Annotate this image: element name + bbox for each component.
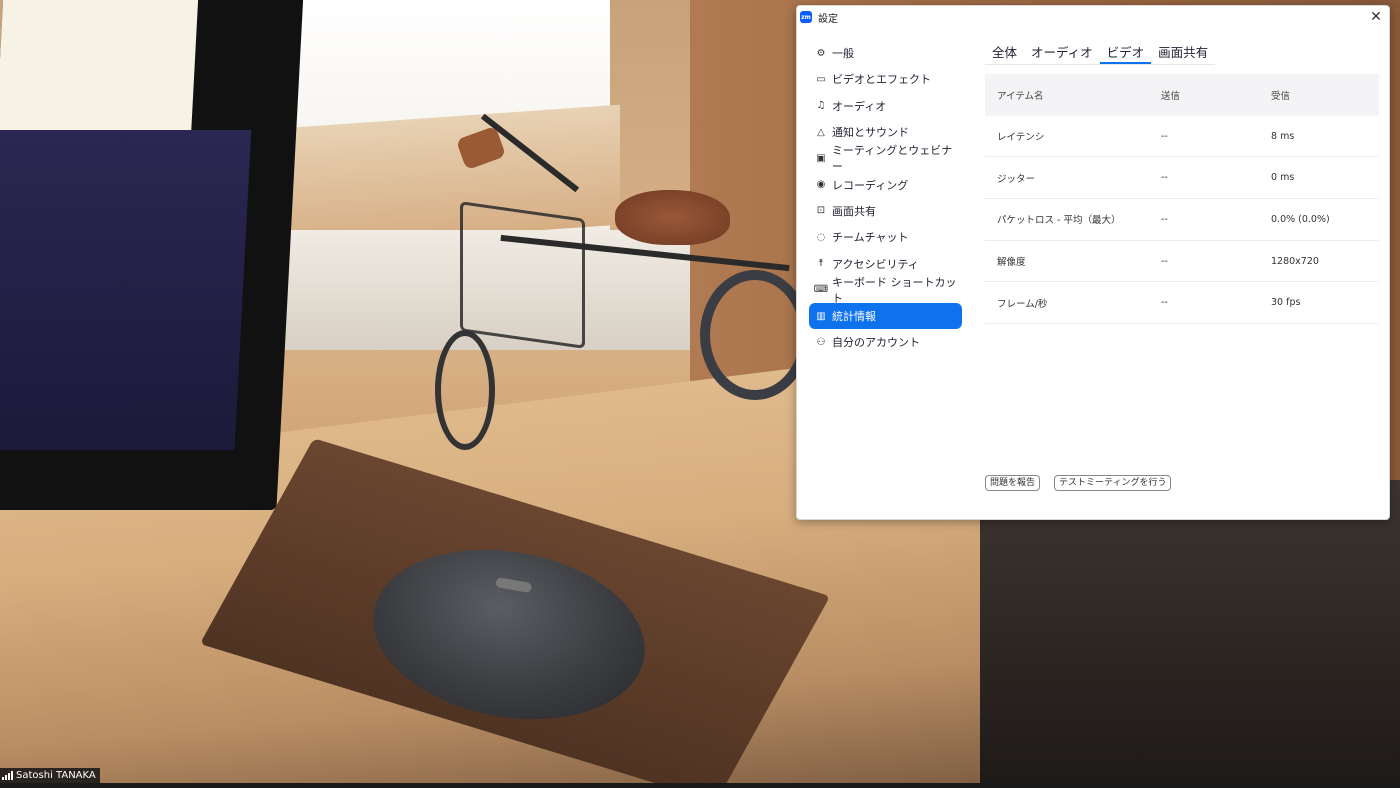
participant-name: Satoshi TANAKA	[16, 770, 96, 781]
sidebar-item-label: 通知とサウンド	[832, 126, 909, 140]
room-shadow	[980, 480, 1400, 788]
tab-overall[interactable]: 全体	[985, 40, 1024, 64]
cell-receive: 1280x720	[1271, 255, 1319, 267]
statistics-tabs: 全体 オーディオ ビデオ 画面共有	[985, 40, 1216, 65]
close-button[interactable]: ✕	[1367, 8, 1385, 26]
sidebar-item-statistics[interactable]: ▥ 統計情報	[809, 302, 962, 330]
cell-send: --	[1161, 255, 1168, 267]
tab-audio[interactable]: オーディオ	[1024, 40, 1100, 64]
sidebar-item-team-chat[interactable]: ◌ チームチャット	[809, 224, 962, 250]
sidebar-item-general[interactable]: ⚙ 一般	[809, 40, 962, 66]
sidebar-item-audio[interactable]: ♫ オーディオ	[809, 93, 962, 119]
cell-receive: 0 ms	[1271, 172, 1295, 184]
sidebar-item-label: アクセシビリティ	[832, 257, 919, 271]
sidebar-item-label: オーディオ	[832, 99, 887, 113]
monitor-screen	[0, 130, 252, 450]
dialog-title: 設定	[818, 13, 838, 25]
monitor-screen-bright	[0, 0, 199, 130]
signal-bars-icon	[2, 771, 13, 780]
headphones-icon: ♫	[816, 100, 826, 112]
test-meeting-button[interactable]: テストミーティングを行う	[1054, 475, 1172, 491]
chat-icon: ◌	[816, 231, 826, 243]
toy-bicycle-seat	[615, 190, 730, 245]
cell-send: --	[1161, 213, 1168, 225]
sidebar-item-label: ビデオとエフェクト	[832, 73, 931, 87]
cell-item: ジッター	[997, 173, 1036, 185]
sidebar-item-label: キーボード ショートカット	[832, 275, 957, 305]
sidebar-item-accessibility[interactable]: ☨ アクセシビリティ	[809, 250, 962, 276]
sidebar-item-share-screen[interactable]: ⊡ 画面共有	[809, 198, 962, 224]
cell-item: パケットロス - 平均（最大）	[997, 215, 1121, 227]
table-row: フレーム/秒 -- 30 fps	[985, 282, 1379, 325]
accessibility-icon: ☨	[818, 258, 824, 270]
toy-bicycle-front-wheel	[435, 330, 495, 450]
statistics-table: アイテム名 送信 受信 レイテンシ -- 8 ms ジッター -- 0 ms パ…	[985, 74, 1379, 325]
sidebar-item-label: チームチャット	[832, 231, 909, 245]
cell-item: レイテンシ	[997, 132, 1045, 144]
column-header-send: 送信	[1161, 90, 1181, 102]
sidebar-item-video-effects[interactable]: ▭ ビデオとエフェクト	[809, 66, 962, 92]
sidebar-item-label: レコーディング	[832, 178, 909, 192]
sidebar-item-meetings-webinars[interactable]: ▣ ミーティングとウェビナー	[809, 144, 962, 174]
table-row: 解像度 -- 1280x720	[985, 241, 1379, 283]
app-logo-icon: zm	[800, 11, 812, 23]
table-row: パケットロス - 平均（最大） -- 0.0% (0.0%)	[985, 199, 1379, 241]
cell-send: --	[1161, 297, 1168, 309]
cell-item: フレーム/秒	[997, 298, 1048, 310]
sidebar-item-label: 画面共有	[832, 204, 876, 218]
sidebar-item-label: 自分のアカウント	[832, 336, 920, 350]
cell-send: --	[1161, 130, 1168, 142]
cell-item: 解像度	[997, 257, 1026, 269]
bell-icon: △	[817, 126, 825, 138]
column-header-receive: 受信	[1271, 90, 1291, 102]
tab-share-screen[interactable]: 画面共有	[1151, 40, 1215, 64]
toy-bicycle-rear-wheel	[700, 270, 810, 400]
video-camera-icon: ▭	[816, 73, 826, 85]
dialog-titlebar: zm 設定 ✕	[797, 6, 1389, 28]
user-icon: ⚇	[816, 336, 826, 348]
sidebar-item-keyboard-shortcuts[interactable]: ⌨ キーボード ショートカット	[809, 275, 962, 305]
monitor	[0, 0, 304, 510]
share-screen-icon: ⊡	[816, 205, 826, 217]
mouse-scroll-wheel	[495, 577, 533, 594]
cell-receive: 8 ms	[1271, 130, 1295, 142]
table-row: レイテンシ -- 8 ms	[985, 116, 1379, 158]
statistics-icon: ▥	[816, 310, 826, 322]
bottom-strip	[0, 783, 1400, 788]
toy-bicycle-basket	[460, 201, 585, 349]
sidebar-item-my-account[interactable]: ⚇ 自分のアカウント	[809, 329, 962, 355]
cell-receive: 30 fps	[1271, 297, 1301, 309]
cell-receive: 0.0% (0.0%)	[1271, 213, 1330, 225]
table-header-row: アイテム名 送信 受信	[985, 74, 1379, 116]
column-header-item: アイテム名	[997, 90, 1044, 102]
tab-video[interactable]: ビデオ	[1099, 40, 1152, 64]
gear-icon: ⚙	[816, 47, 826, 59]
sidebar-item-label: ミーティングとウェビナー	[831, 144, 953, 174]
sidebar-item-recording[interactable]: ◉ レコーディング	[809, 171, 962, 197]
keyboard-icon: ⌨	[813, 284, 829, 296]
table-row: ジッター -- 0 ms	[985, 157, 1379, 200]
participant-label: Satoshi TANAKA	[0, 768, 100, 783]
sidebar-item-label: 一般	[832, 47, 854, 61]
cell-send: --	[1161, 172, 1168, 184]
sidebar-item-notifications[interactable]: △ 通知とサウンド	[809, 119, 962, 145]
report-problem-button[interactable]: 問題を報告	[985, 475, 1041, 491]
record-icon: ◉	[816, 179, 826, 191]
sidebar-item-label: 統計情報	[832, 310, 876, 324]
settings-dialog: zm 設定 ✕ ⚙ 一般 ▭ ビデオとエフェクト ♫ オーディオ △ 通知とサウ…	[796, 5, 1390, 520]
meeting-screen-icon: ▣	[816, 152, 826, 164]
settings-sidebar: ⚙ 一般 ▭ ビデオとエフェクト ♫ オーディオ △ 通知とサウンド ▣ ミーテ…	[809, 40, 962, 356]
